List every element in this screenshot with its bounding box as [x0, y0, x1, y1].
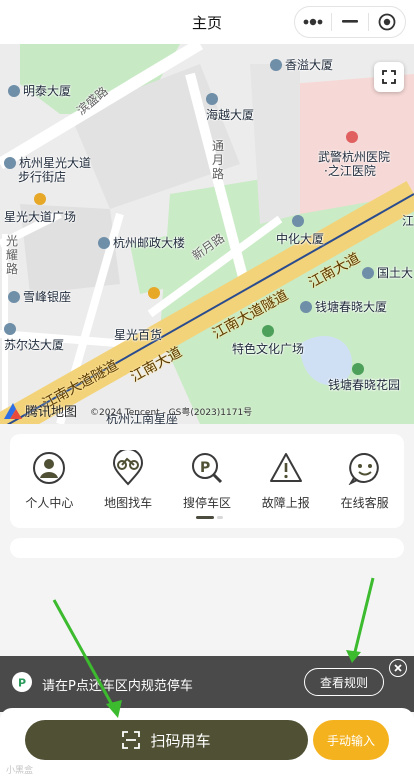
park-icon	[262, 325, 274, 337]
more-dots-icon	[303, 18, 323, 26]
poi-label-text: 江	[402, 214, 414, 228]
scan-button-label: 扫码用车	[150, 731, 211, 750]
menu-item-label: 在线客服	[340, 496, 389, 510]
menu-page-indicator	[196, 516, 223, 519]
menu-item-personal-center[interactable]: 个人中心	[17, 450, 81, 511]
building-icon	[4, 157, 16, 169]
fullscreen-button[interactable]	[374, 62, 404, 92]
parking-notice-bar: P 请在P点还车区内规范停车 查看规则	[0, 656, 414, 712]
building-icon	[8, 85, 20, 97]
chat-service-icon	[347, 450, 383, 486]
park-icon	[352, 363, 364, 375]
view-rules-button[interactable]: 查看规则	[304, 668, 384, 696]
green-arrow-icon	[346, 577, 375, 663]
poi-label-text: 苏尔达大厦	[4, 338, 65, 352]
map-view[interactable]: 明泰大厦 滨盛路 香溢大厦 海越大厦 通月路 武警杭州医院 ·之江医院 杭州星光…	[0, 44, 414, 424]
poi-label[interactable]	[4, 322, 19, 336]
notice-text: 请在P点还车区内规范停车	[42, 679, 193, 694]
expand-icon	[382, 70, 396, 84]
bike-location-icon	[110, 450, 146, 486]
building-icon	[362, 267, 374, 279]
menu-item-label: 故障上报	[261, 496, 310, 510]
bottom-action-bar: 扫码用车 手动输入 小黑盒	[0, 708, 414, 780]
menu-item-online-service[interactable]: 在线客服	[333, 450, 397, 511]
menu-item-search-parking[interactable]: P 搜停车区	[175, 450, 239, 511]
manual-input-button[interactable]: 手动输入	[313, 720, 389, 760]
road-label: 通月路	[212, 139, 225, 181]
close-notice-button[interactable]	[389, 659, 407, 677]
menu-item-label: 地图找车	[104, 496, 153, 510]
poi-label[interactable]: 雪峰银座	[8, 288, 71, 305]
poi-label-text: ·之江医院	[324, 164, 376, 178]
poi-label-text: 海越大厦	[206, 108, 255, 122]
building-icon	[300, 301, 312, 313]
poi-label-text: 步行街店	[18, 170, 67, 184]
poi-label[interactable]	[206, 92, 221, 106]
poi-label[interactable]: 国土大	[362, 264, 413, 281]
more-menu-button[interactable]	[295, 7, 331, 37]
mini-program-capsule	[294, 6, 406, 38]
poi-label-text: 星光大道广场	[4, 210, 77, 224]
target-circle-icon	[378, 13, 396, 31]
svg-text:P: P	[200, 460, 210, 476]
poi-label[interactable]	[34, 192, 49, 206]
close-icon	[394, 664, 402, 672]
svg-text:P: P	[18, 677, 26, 690]
scan-to-ride-button[interactable]: 扫码用车	[25, 720, 308, 760]
building-icon	[270, 59, 282, 71]
shop-icon	[34, 193, 46, 205]
empty-info-card	[10, 538, 404, 558]
menu-item-label: 个人中心	[25, 496, 74, 510]
road-label: 光耀路	[6, 234, 19, 276]
poi-label[interactable]	[262, 324, 277, 338]
tencent-map-logo-icon	[4, 402, 22, 419]
shop-icon	[148, 287, 160, 299]
poi-label[interactable]: 香溢大厦	[270, 56, 333, 73]
map-provider-logo: 腾讯地图	[4, 401, 77, 420]
poi-label[interactable]	[148, 286, 163, 300]
poi-label[interactable]	[352, 362, 367, 376]
menu-item-fault-report[interactable]: 故障上报	[254, 450, 318, 511]
poi-label[interactable]: 明泰大厦	[8, 82, 71, 99]
minimize-icon	[342, 20, 358, 23]
map-copyright: ©2024 Tencent - GS粤(2023)1171号	[90, 408, 253, 418]
parking-p-icon: P	[12, 672, 32, 692]
minimize-button[interactable]	[332, 7, 368, 37]
menu-item-label: 搜停车区	[182, 496, 231, 510]
warning-icon	[268, 450, 304, 486]
poi-label[interactable]	[346, 130, 361, 144]
building-icon	[292, 215, 304, 227]
building-icon	[8, 291, 20, 303]
building-icon	[206, 93, 218, 105]
top-navigation-bar: 主页	[0, 0, 414, 44]
poi-label[interactable]: 杭州邮政大楼	[98, 234, 185, 251]
page-dot	[217, 516, 223, 519]
poi-label[interactable]	[292, 214, 307, 228]
scan-icon	[122, 731, 141, 749]
parking-search-icon: P	[189, 450, 225, 486]
building-icon	[4, 323, 16, 335]
page-dot-active	[196, 516, 214, 519]
poi-label-text: 中化大厦	[276, 232, 325, 246]
poi-label-text: 钱塘春晓花园	[328, 378, 401, 392]
hospital-icon	[346, 131, 358, 143]
poi-label[interactable]: 钱塘春晓大厦	[300, 298, 387, 315]
building-icon	[98, 237, 110, 249]
close-miniprogram-button[interactable]	[369, 7, 405, 37]
watermark: 小黑盒	[6, 766, 34, 776]
poi-label-text: 星光百货	[114, 328, 163, 342]
function-menu-card: 个人中心 地图找车 P 搜停车区 故障上报 在线客服	[10, 434, 404, 528]
poi-label-text: 特色文化广场	[232, 342, 305, 356]
menu-item-map-find-bike[interactable]: 地图找车	[96, 450, 160, 511]
user-icon	[31, 450, 67, 486]
